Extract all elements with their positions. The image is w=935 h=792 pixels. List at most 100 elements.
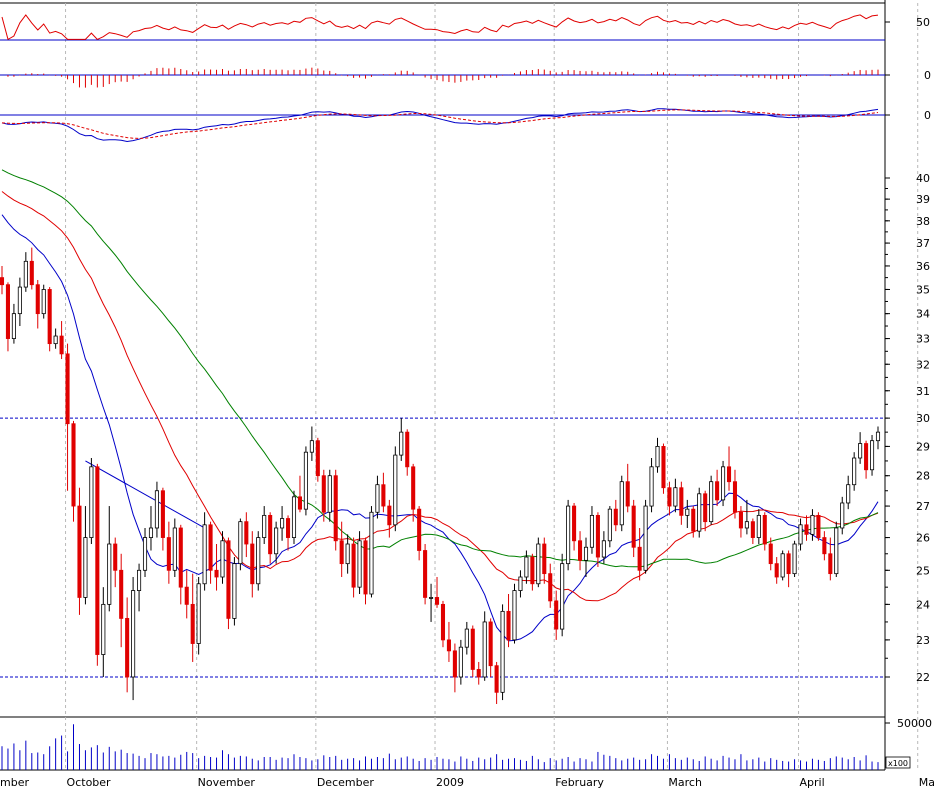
candle-body	[607, 508, 612, 542]
macd-signal-line	[1, 109, 879, 139]
candle-body	[530, 556, 535, 585]
candle-body	[101, 603, 106, 655]
candle-body	[238, 521, 243, 565]
month-label: December	[317, 776, 375, 788]
candle-body	[816, 514, 821, 538]
candle-body	[23, 260, 28, 288]
candle-body	[506, 610, 511, 641]
candle-body	[798, 524, 803, 545]
candle-body	[440, 603, 446, 641]
candle-body	[768, 543, 773, 565]
candle-body	[583, 546, 589, 561]
candle-body	[280, 518, 285, 529]
candle-body	[274, 527, 279, 555]
macd-histogram-panel	[0, 67, 885, 88]
indicator-tick-label: 50	[916, 16, 930, 29]
candle-body	[375, 484, 380, 513]
candle-body	[423, 550, 428, 598]
candlesticks	[0, 247, 881, 704]
price-tick-label: 32	[916, 358, 930, 371]
price-tick-label: 30	[916, 412, 930, 425]
candle-body	[131, 590, 136, 678]
month-label: October	[67, 776, 111, 788]
price-tick-label: 24	[916, 598, 930, 611]
candle-body	[548, 573, 553, 602]
price-tick-label: 33	[916, 333, 930, 346]
candle-body	[321, 475, 326, 513]
ma-mid-line	[1, 191, 879, 602]
candle-body	[268, 514, 273, 555]
candle-body	[357, 540, 362, 588]
candle-body	[780, 553, 785, 578]
candle-body	[47, 289, 52, 345]
candle-body	[17, 286, 22, 315]
candle-body	[834, 527, 839, 575]
candle-body	[703, 493, 708, 523]
volume-panel	[1, 724, 879, 770]
candle-body	[637, 546, 642, 571]
price-tick-label: 40	[916, 172, 930, 185]
candle-body	[65, 353, 70, 425]
chart-canvas: mber October November December 2009 February M…	[0, 0, 935, 789]
indicator-tick-label: 0	[924, 109, 931, 122]
indicator-tick-label: 0	[924, 69, 931, 82]
candle-body	[804, 524, 809, 535]
candle-body	[560, 563, 565, 630]
candle-body	[178, 527, 183, 588]
candle-body	[286, 518, 291, 538]
candle-body	[95, 466, 100, 655]
candle-body	[429, 597, 434, 599]
price-tick-label: 23	[916, 634, 930, 647]
candle-body	[351, 543, 356, 588]
candle-body	[11, 313, 16, 339]
candle-body	[202, 524, 207, 585]
candle-body	[446, 639, 451, 652]
candle-body	[226, 540, 231, 619]
candle-body	[655, 446, 660, 468]
candle-body	[738, 511, 743, 529]
trend-line	[85, 460, 205, 529]
candle-body	[500, 610, 505, 693]
candle-body	[595, 514, 600, 558]
candle-body	[399, 431, 404, 456]
price-tick-label: 29	[916, 440, 930, 453]
candle-body	[822, 537, 827, 555]
candle-body	[679, 487, 684, 516]
candle-body	[59, 335, 64, 355]
candle-body	[572, 505, 577, 542]
candle-body	[77, 505, 82, 598]
candle-body	[184, 586, 189, 605]
candle-body	[220, 540, 225, 578]
candle-body	[35, 284, 40, 315]
candle-body	[715, 481, 720, 501]
candle-body	[542, 543, 547, 575]
candle-body	[470, 628, 475, 670]
moving-averages	[1, 169, 879, 642]
candle-body	[852, 457, 857, 486]
candle-body	[53, 335, 58, 345]
candle-body	[41, 289, 46, 315]
month-label: February	[555, 776, 604, 788]
price-tick-label: 39	[916, 193, 930, 206]
candle-body	[369, 511, 374, 595]
price-tick-label: 28	[916, 470, 930, 483]
candle-body	[250, 543, 255, 585]
candle-body	[774, 563, 779, 578]
candle-body	[726, 466, 732, 483]
candle-body	[488, 621, 493, 667]
candle-body	[107, 543, 112, 605]
candle-body	[160, 490, 165, 538]
candle-body	[643, 505, 648, 571]
candle-body	[0, 277, 5, 286]
candle-body	[697, 493, 702, 532]
candle-body	[625, 481, 630, 507]
axis-labels: mber October November December 2009 February M…	[0, 16, 935, 789]
price-tick-label: 34	[916, 308, 930, 321]
grid-lines	[65, 3, 919, 770]
candle-body	[667, 487, 672, 507]
candle-body	[172, 527, 177, 571]
price-tick-label: 22	[916, 671, 930, 684]
rsi-panel	[0, 14, 885, 41]
candle-body	[649, 466, 654, 507]
candle-body	[208, 524, 213, 571]
